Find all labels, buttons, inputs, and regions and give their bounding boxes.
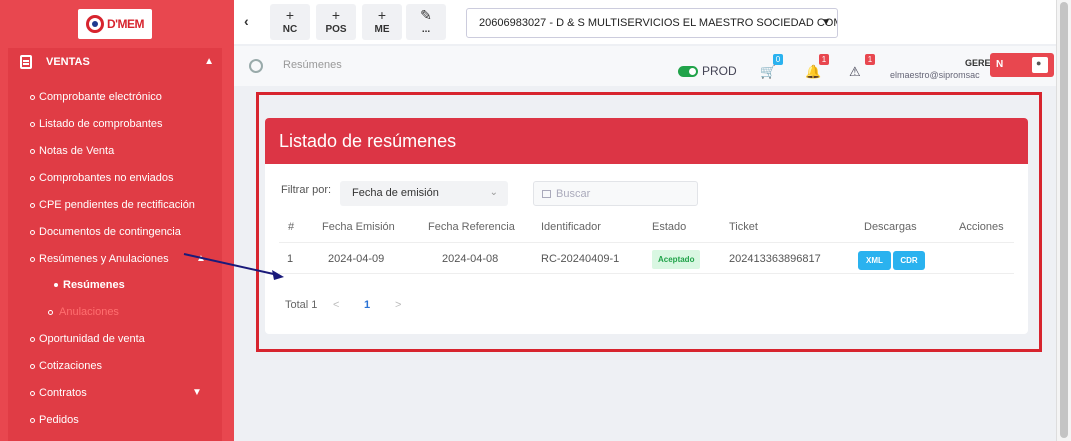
scroll-thumb[interactable] (1060, 2, 1068, 438)
scrollbar[interactable] (1056, 0, 1071, 441)
annotation-arrow-icon (183, 253, 284, 280)
